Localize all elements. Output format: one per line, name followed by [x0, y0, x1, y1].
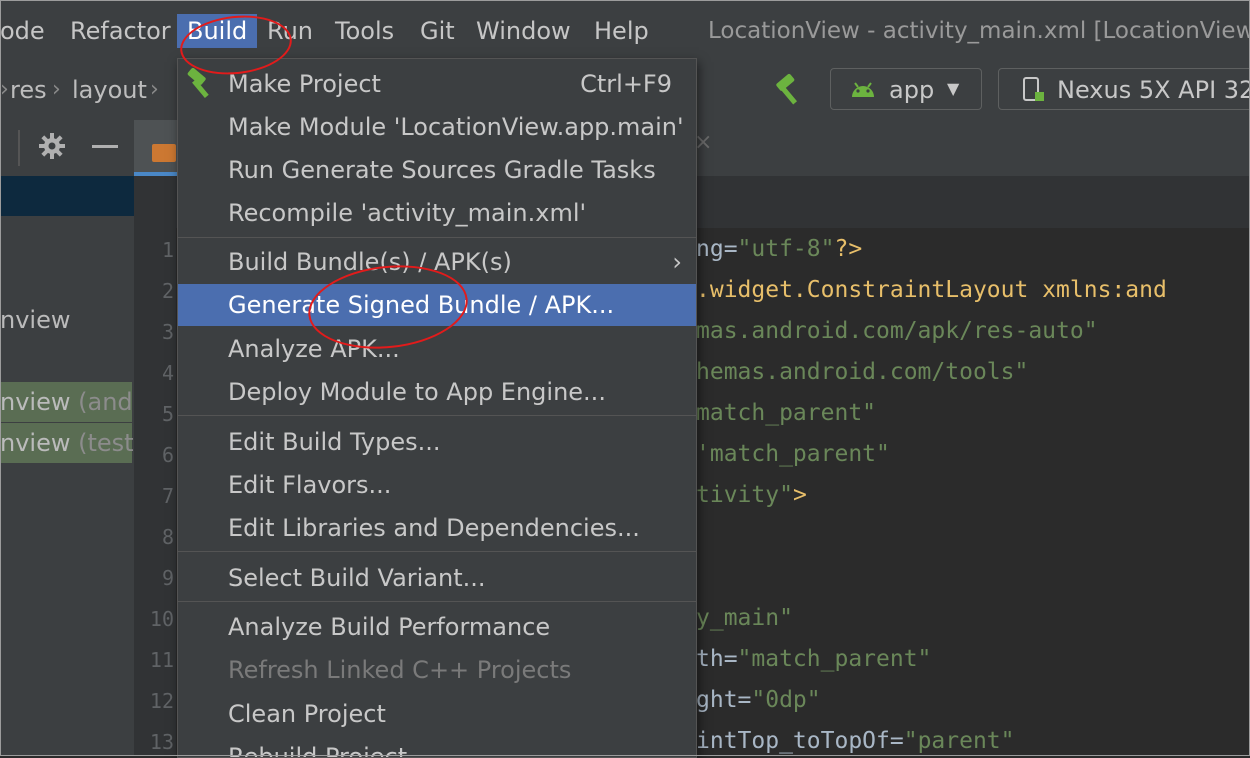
- shortcut-label: Ctrl+F9: [580, 70, 672, 98]
- project-panel-header: [0, 176, 134, 216]
- menu-separator: [178, 551, 696, 552]
- device-label: Nexus 5X API 32: [1057, 76, 1250, 104]
- breadcrumb-res[interactable]: res: [10, 72, 47, 108]
- line-number: 3: [161, 320, 174, 344]
- menu-window[interactable]: Window: [476, 14, 571, 48]
- menu-item-make-module[interactable]: Make Module 'LocationView.app.main': [178, 106, 696, 148]
- line-number: 4: [161, 361, 174, 385]
- run-config-label: app: [889, 76, 935, 104]
- line-number: 13: [149, 730, 174, 754]
- breadcrumb-chevron-icon: ›: [0, 77, 9, 102]
- line-number: 7: [161, 484, 174, 508]
- menu-run[interactable]: Run: [267, 14, 313, 48]
- menu-item-make-project[interactable]: Make Project Ctrl+F9: [178, 63, 696, 105]
- line-number: 5: [161, 402, 174, 426]
- line-number: 1: [161, 238, 174, 262]
- minimize-icon[interactable]: [92, 145, 118, 148]
- code-line[interactable]: mas.android.com/apk/res-auto": [696, 318, 1098, 344]
- code-line[interactable]: ght="0dp": [696, 687, 821, 713]
- line-number: 11: [149, 648, 174, 672]
- menu-item-run-generate-sources[interactable]: Run Generate Sources Gradle Tasks: [178, 149, 696, 191]
- xml-file-icon: [152, 144, 176, 162]
- run-config-dropdown[interactable]: app ▼: [830, 68, 982, 110]
- menu-item-recompile[interactable]: Recompile 'activity_main.xml': [178, 192, 696, 234]
- line-number: 10: [149, 607, 174, 631]
- menu-item-analyze-build-performance[interactable]: Analyze Build Performance: [178, 606, 696, 648]
- menu-item-clean-project[interactable]: Clean Project: [178, 693, 696, 735]
- hammer-icon[interactable]: [770, 72, 806, 108]
- editor-tab[interactable]: [134, 120, 178, 176]
- code-line[interactable]: intTop_toTopOf="parent": [696, 728, 1015, 754]
- project-panel: [0, 216, 134, 756]
- line-number: 2: [161, 279, 174, 303]
- line-number: 9: [161, 566, 174, 590]
- breadcrumb-chevron-icon: ›: [150, 77, 159, 102]
- android-icon: [852, 82, 874, 97]
- gear-icon[interactable]: [36, 130, 68, 162]
- menu-item-edit-build-types[interactable]: Edit Build Types...: [178, 421, 696, 463]
- build-menu: Make Project Ctrl+F9 Make Module 'Locati…: [177, 58, 697, 758]
- code-line[interactable]: 'match_parent": [696, 441, 890, 467]
- code-line[interactable]: y_main": [696, 605, 793, 631]
- menu-refactor[interactable]: Refactor: [70, 14, 171, 48]
- chevron-down-icon: ▼: [947, 79, 960, 98]
- line-number: 12: [149, 689, 174, 713]
- code-line[interactable]: hemas.android.com/tools": [696, 359, 1028, 385]
- menu-tools[interactable]: Tools: [335, 14, 394, 48]
- chevron-right-icon: ›: [672, 248, 682, 276]
- menu-item-analyze-apk[interactable]: Analyze APK...: [178, 328, 696, 370]
- menu-item-select-build-variant[interactable]: Select Build Variant...: [178, 557, 696, 599]
- menu-code[interactable]: ode: [0, 14, 49, 48]
- menu-separator: [178, 237, 696, 238]
- menu-git[interactable]: Git: [420, 14, 455, 48]
- line-number: 8: [161, 525, 174, 549]
- menu-item-generate-signed-bundle[interactable]: Generate Signed Bundle / APK...: [178, 284, 696, 326]
- menu-item-deploy-module[interactable]: Deploy Module to App Engine...: [178, 371, 696, 413]
- menu-help[interactable]: Help: [594, 14, 649, 48]
- breadcrumb-layout[interactable]: layout: [72, 72, 147, 108]
- window-title: LocationView - activity_main.xml [Locati…: [708, 18, 1250, 44]
- menu-item-build-bundle-apk[interactable]: Build Bundle(s) / APK(s) ›: [178, 241, 696, 283]
- divider: [18, 130, 20, 166]
- device-icon: [1023, 77, 1044, 101]
- code-line[interactable]: ng="utf-8"?>: [696, 236, 862, 262]
- code-line[interactable]: .widget.ConstraintLayout xmlns:and: [696, 277, 1167, 303]
- tree-item[interactable]: nview (test): [0, 425, 143, 461]
- code-line[interactable]: tivity">: [696, 482, 807, 508]
- menu-item-edit-flavors[interactable]: Edit Flavors...: [178, 464, 696, 506]
- menu-bar: ode Refactor Build Run Tools Git Window …: [0, 0, 1250, 61]
- code-line[interactable]: th="match_parent": [696, 646, 931, 672]
- line-number: 6: [161, 443, 174, 467]
- menu-item-edit-libraries[interactable]: Edit Libraries and Dependencies...: [178, 507, 696, 549]
- code-line[interactable]: match_parent": [696, 400, 876, 426]
- menu-build[interactable]: Build: [177, 14, 258, 48]
- menu-separator: [178, 601, 696, 602]
- breadcrumb-chevron-icon: ›: [52, 77, 61, 102]
- menu-item-refresh-linked-cpp: Refresh Linked C++ Projects: [228, 656, 572, 684]
- menu-item-rebuild-project[interactable]: Rebuild Project: [178, 736, 696, 757]
- tree-item[interactable]: nview: [0, 302, 70, 338]
- device-dropdown[interactable]: Nexus 5X API 32: [998, 68, 1250, 110]
- menu-separator: [178, 415, 696, 416]
